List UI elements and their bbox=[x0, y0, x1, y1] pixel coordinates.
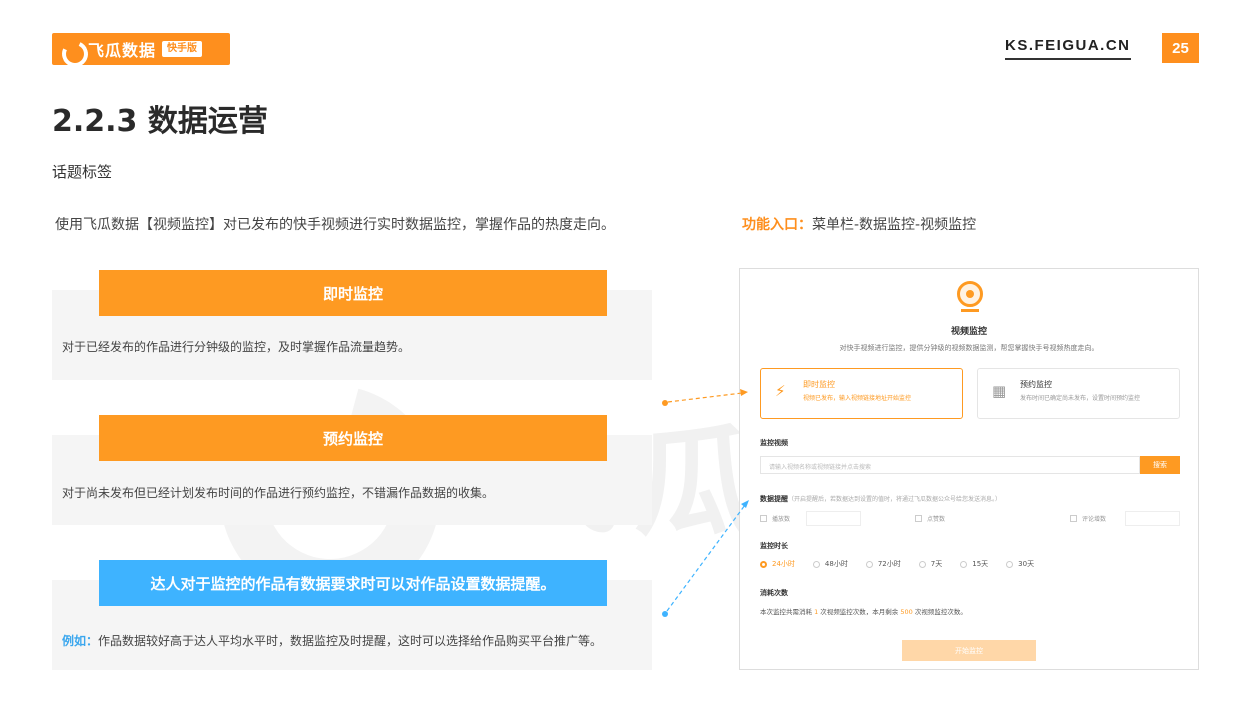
arrow-alert bbox=[662, 500, 749, 617]
arrow-instant bbox=[662, 389, 748, 406]
connector-arrows bbox=[662, 389, 749, 617]
